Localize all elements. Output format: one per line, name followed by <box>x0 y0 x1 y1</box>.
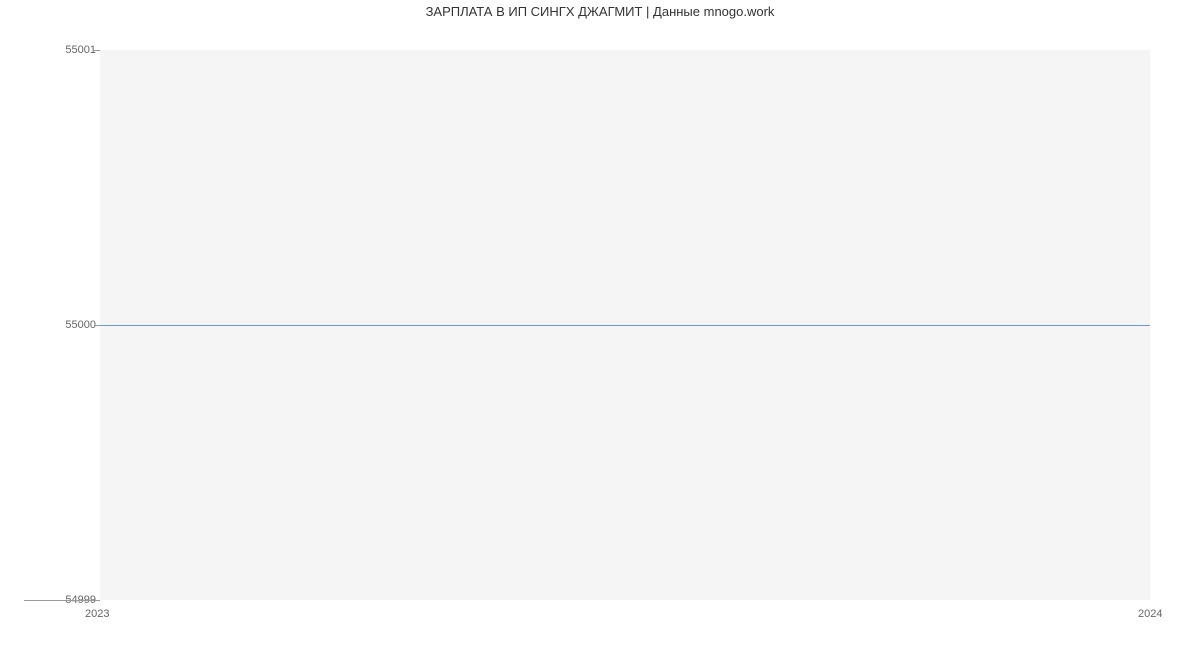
y-tick-label: 55001 <box>56 44 96 56</box>
y-tick-mark <box>94 50 100 51</box>
y-tick-mark <box>94 325 100 326</box>
y-tick-mark <box>24 600 100 601</box>
x-tick-label: 2024 <box>1138 608 1162 620</box>
chart-plot-area <box>100 50 1150 600</box>
y-tick-label: 55000 <box>56 319 96 331</box>
data-line <box>100 325 1150 326</box>
x-tick-label: 2023 <box>85 608 109 620</box>
chart-title: ЗАРПЛАТА В ИП СИНГХ ДЖАГМИТ | Данные mno… <box>0 4 1200 19</box>
